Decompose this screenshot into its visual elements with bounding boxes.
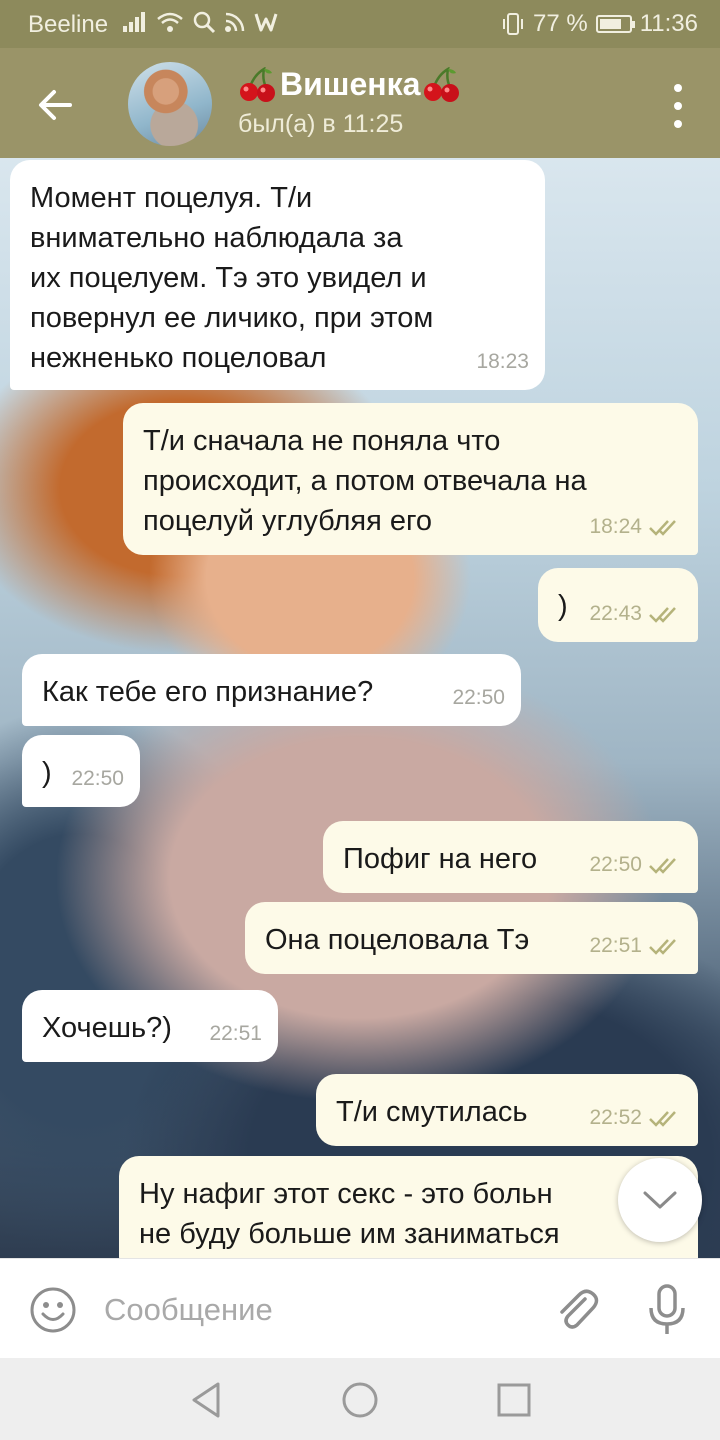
status-bar: Beeline 77 % 11:36	[0, 0, 720, 48]
message-time: 22:50	[589, 853, 642, 876]
app-w-icon	[254, 13, 278, 32]
message-input[interactable]	[104, 1285, 524, 1335]
message-meta: 18:23	[476, 342, 529, 382]
message-bubble-incoming[interactable]: Как тебе его признание? 22:50	[22, 654, 521, 726]
avatar[interactable]	[128, 62, 212, 146]
back-button[interactable]	[28, 78, 82, 132]
nav-home-button[interactable]	[340, 1380, 380, 1420]
microphone-icon	[649, 1284, 685, 1334]
paperclip-icon	[560, 1289, 599, 1329]
message-bubble-incoming[interactable]: Момент поцелуя. Т/и внимательно наблюдал…	[10, 160, 545, 390]
status-right: 77 % 11:36	[501, 10, 698, 38]
emoji-button[interactable]	[28, 1285, 78, 1335]
nav-back-button[interactable]	[188, 1380, 228, 1420]
message-time: 22:51	[209, 1022, 262, 1045]
wifi-icon	[157, 12, 183, 32]
more-vertical-icon	[674, 84, 682, 92]
message-bubble-outgoing[interactable]: Она поцеловала Тэ 22:51	[245, 902, 698, 974]
battery-fill	[599, 19, 622, 29]
message-time: 22:43	[589, 602, 642, 625]
nav-recents-icon	[497, 1383, 531, 1417]
scroll-to-bottom-button[interactable]	[618, 1158, 702, 1242]
chat-title-text: Вишенка	[280, 66, 421, 102]
message-meta: 22:52	[589, 1098, 682, 1138]
message-meta: 22:51	[589, 926, 682, 966]
status-icons	[122, 10, 278, 34]
back-arrow-icon	[39, 90, 72, 120]
cherry-icon	[424, 66, 460, 102]
vibrate-icon	[503, 13, 524, 35]
message-time: 22:50	[452, 686, 505, 709]
read-checkmarks-icon	[649, 939, 676, 955]
voice-message-button[interactable]	[642, 1283, 692, 1337]
message-bubble-outgoing[interactable]: Пофиг на него 22:50	[323, 821, 698, 893]
message-bubble-incoming[interactable]: Хочешь?) 22:51	[22, 990, 278, 1062]
emoji-icon	[30, 1287, 76, 1333]
message-meta: 22:51	[209, 1014, 262, 1054]
carrier-name: Beeline	[28, 11, 109, 38]
message-time: 22:50	[71, 767, 124, 790]
message-bubble-outgoing[interactable]: Т/и смутилась 22:52	[316, 1074, 698, 1146]
message-text: Как тебе его признание?	[42, 676, 374, 708]
battery-percent: 77 %	[533, 10, 588, 37]
message-bubble-outgoing[interactable]: Т/и сначала не поняла что происходит, а …	[123, 403, 698, 555]
message-meta: 22:50	[589, 845, 682, 885]
clock: 11:36	[639, 10, 698, 37]
message-text: Момент поцелуя. Т/и внимательно наблюдал…	[30, 182, 434, 374]
more-menu-button[interactable]	[666, 84, 690, 128]
system-nav-bar	[0, 1358, 720, 1440]
rss-icon	[225, 12, 245, 32]
message-meta: 22:50	[452, 678, 505, 718]
message-text: Ну нафиг этот секс - это больн не буду б…	[139, 1178, 560, 1250]
signal-icon	[123, 12, 145, 32]
composer-bar	[0, 1258, 720, 1358]
chevron-down-icon	[643, 1191, 677, 1209]
message-time: 22:51	[589, 934, 642, 957]
chat-header: Вишенка был(а) в 11:25	[0, 48, 720, 158]
message-time: 22:52	[589, 1106, 642, 1129]
read-checkmarks-icon	[649, 858, 676, 874]
message-meta: 22:50	[71, 759, 124, 799]
last-seen-status: был(а) в 11:25	[238, 110, 404, 138]
message-meta: 18:24	[589, 507, 682, 547]
read-checkmarks-icon	[649, 1111, 676, 1127]
message-bubble-incoming[interactable]: ) 22:50	[22, 735, 140, 807]
chat-title[interactable]: Вишенка	[238, 66, 462, 103]
cherry-icon	[240, 66, 275, 102]
nav-home-icon	[342, 1382, 378, 1418]
read-checkmarks-icon	[649, 607, 676, 623]
message-time: 18:24	[589, 515, 642, 538]
nav-recents-button[interactable]	[494, 1380, 534, 1420]
battery-icon	[595, 15, 635, 33]
message-time: 18:23	[476, 350, 529, 373]
search-status-icon	[193, 11, 216, 34]
attach-button[interactable]	[552, 1285, 602, 1335]
message-list[interactable]: Момент поцелуя. Т/и внимательно наблюдал…	[0, 158, 720, 1258]
nav-back-icon	[192, 1382, 220, 1418]
message-meta: 22:43	[589, 594, 682, 634]
message-bubble-outgoing[interactable]: Ну нафиг этот секс - это больн не буду б…	[119, 1156, 698, 1258]
read-checkmarks-icon	[649, 520, 676, 536]
message-bubble-outgoing[interactable]: ) 22:43	[538, 568, 698, 642]
